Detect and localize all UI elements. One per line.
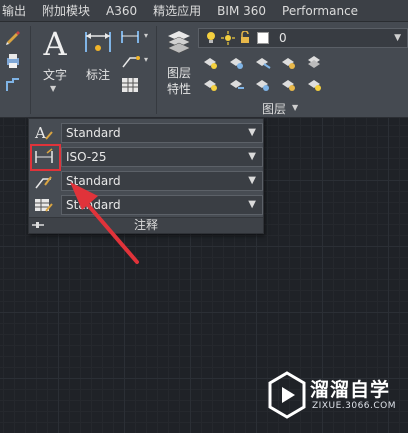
layer-color-swatch <box>257 32 269 44</box>
annotation-panel: A Standard ▼ ISO-25 ▼ Standard ▼ Standar… <box>28 118 264 234</box>
multileader-style-row: Standard ▼ <box>33 171 263 191</box>
stretch-icon[interactable] <box>4 76 22 94</box>
text-style-dropdown[interactable]: Standard ▼ <box>61 123 263 143</box>
chevron-down-icon[interactable]: ▼ <box>248 175 256 186</box>
tab-output[interactable]: 输出 <box>0 0 34 22</box>
chevron-down-icon[interactable]: ▼ <box>248 199 256 210</box>
chevron-down-icon: ▼ <box>50 84 57 93</box>
menu-bar: 输出 附加模块 A360 精选应用 BIM 360 Performance <box>0 0 408 22</box>
layer-properties-button[interactable]: 图层 特性 <box>162 26 196 96</box>
layer-panel-title: 图层 <box>262 102 287 116</box>
table-style-row: Standard ▼ <box>33 195 263 215</box>
modify-tools-column <box>0 22 28 118</box>
watermark-logo-icon <box>268 371 306 419</box>
chevron-down-icon[interactable]: ▼ <box>248 151 256 162</box>
print-icon[interactable] <box>4 52 22 70</box>
text-style-row: A Standard ▼ <box>33 123 263 143</box>
table-icon[interactable] <box>120 76 140 94</box>
annotation-panel-footer: 注释 <box>29 217 263 233</box>
watermark-url: ZIXUE.3066.COM <box>312 401 397 411</box>
layer-name: 0 <box>279 31 287 45</box>
layer-panel: 图层 特性 0 ▼ 图层 ▼ <box>158 22 408 118</box>
dimension-style-row: ISO-25 ▼ <box>33 147 263 167</box>
pencil-icon[interactable] <box>4 28 22 46</box>
panel-separator <box>156 26 157 114</box>
ribbon: A 文字 ▼ 标注 ▾ ▾ 图层 特性 0 ▼ 图层 ▼ <box>0 22 408 118</box>
chevron-down-icon[interactable]: ▼ <box>248 127 256 138</box>
table-style-value: Standard <box>66 198 121 212</box>
dimension-button[interactable]: 标注 <box>80 26 116 86</box>
sun-icon <box>221 31 235 45</box>
lightbulb-icon <box>207 32 215 43</box>
text-a-icon: A <box>43 25 67 63</box>
tab-addins[interactable]: 附加模块 <box>34 0 98 22</box>
annotation-panel-title: 注释 <box>133 218 158 232</box>
unlock-icon <box>241 31 249 43</box>
watermark: 溜溜自学 ZIXUE.3066.COM <box>266 367 396 423</box>
panel-separator <box>30 26 31 114</box>
dimension-style-dropdown[interactable]: ISO-25 ▼ <box>61 147 263 167</box>
svg-text:A: A <box>34 124 46 142</box>
highlight-box <box>30 144 61 171</box>
tab-performance[interactable]: Performance <box>274 0 366 22</box>
layer-tools-grid <box>204 56 321 91</box>
layer-tool-icons <box>204 56 321 91</box>
multileader-style-icon <box>35 176 52 189</box>
text-style-icon: A <box>34 124 53 142</box>
text-button-label: 文字 <box>42 68 67 82</box>
tab-a360[interactable]: A360 <box>98 0 145 22</box>
text-style-value: Standard <box>66 126 121 140</box>
layer-stack-icon <box>167 31 191 54</box>
watermark-brand: 溜溜自学 <box>310 379 391 401</box>
tab-featured-apps[interactable]: 精选应用 <box>145 0 209 22</box>
multileader-style-dropdown[interactable]: Standard ▼ <box>61 171 263 191</box>
layer-properties-label-1: 图层 <box>166 66 191 80</box>
multileader-small-icon[interactable] <box>120 52 142 70</box>
tab-bim360[interactable]: BIM 360 <box>209 0 274 22</box>
chevron-down-icon[interactable]: ▼ <box>394 33 401 43</box>
annotation-small-tools: ▾ ▾ <box>120 28 154 108</box>
table-style-icon <box>35 199 53 212</box>
chevron-down-icon[interactable]: ▼ <box>292 103 298 112</box>
dimension-button-label: 标注 <box>85 68 110 82</box>
linear-dimension-icon <box>85 32 111 52</box>
chevron-down-icon[interactable]: ▾ <box>144 55 148 64</box>
chevron-down-icon[interactable]: ▾ <box>144 31 148 40</box>
multileader-style-value: Standard <box>66 174 121 188</box>
dimension-small-icon[interactable] <box>120 28 142 46</box>
layer-properties-label-2: 特性 <box>166 82 191 96</box>
dimension-style-value: ISO-25 <box>66 150 107 164</box>
table-style-dropdown[interactable]: Standard ▼ <box>61 195 263 215</box>
text-button[interactable]: A 文字 ▼ <box>38 25 72 93</box>
layer-dropdown[interactable]: 0 ▼ <box>198 28 408 48</box>
